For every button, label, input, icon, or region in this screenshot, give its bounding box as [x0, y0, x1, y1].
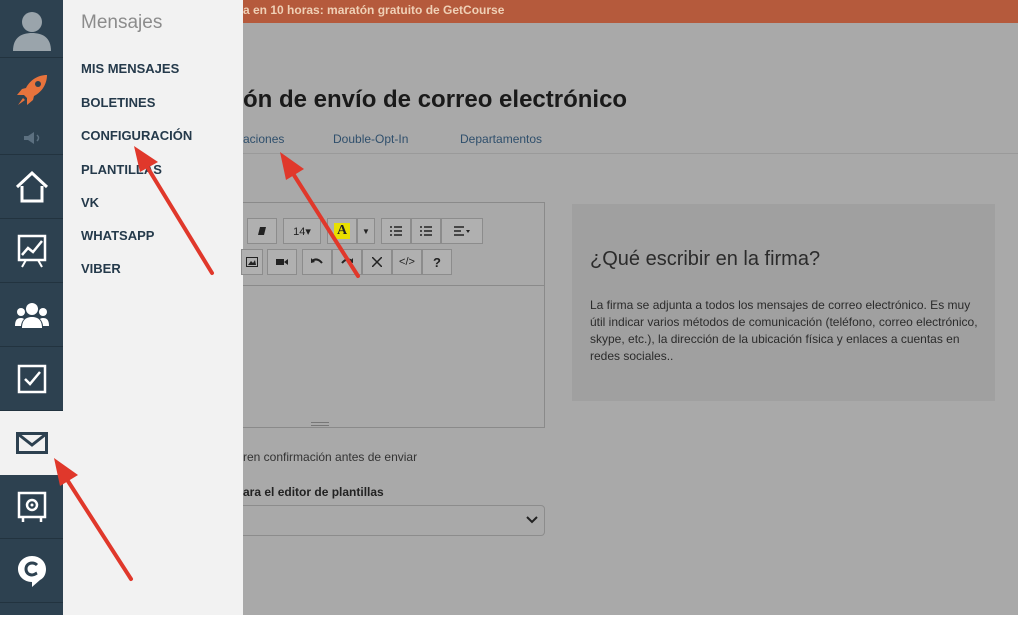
sidebar-item-chart[interactable] — [0, 219, 63, 283]
signature-help-panel: ¿Qué escribir en la firma? La firma se a… — [572, 204, 995, 401]
flyout-title: Mensajes — [81, 12, 163, 33]
eraser-button[interactable] — [247, 218, 277, 244]
video-button[interactable] — [267, 249, 297, 275]
redo-icon — [341, 258, 353, 264]
image-icon — [246, 257, 258, 267]
video-icon — [276, 259, 288, 265]
font-size-button[interactable]: 14▾ — [283, 218, 321, 244]
flyout-item-whatsapp[interactable]: WHATSAPP — [81, 228, 154, 243]
fullscreen-button[interactable] — [362, 249, 392, 275]
page-title: ón de envío de correo electrónico — [243, 86, 628, 113]
numbered-list-button[interactable] — [411, 218, 441, 244]
bullet-list-button[interactable] — [381, 218, 411, 244]
rocket-icon — [16, 75, 47, 105]
tab-double-opt-in[interactable]: Double-Opt-In — [333, 132, 408, 146]
users-icon — [14, 302, 49, 328]
help-button[interactable]: ? — [422, 249, 452, 275]
safe-icon — [17, 491, 46, 522]
promo-banner-text: a en 10 horas: maratón gratuito de GetCo… — [243, 3, 505, 17]
mail-icon — [15, 432, 48, 454]
tab-notificaciones[interactable]: aciones — [243, 132, 284, 146]
image-button[interactable] — [241, 249, 263, 275]
tabs-divider — [243, 153, 1018, 154]
flyout-item-configuracion[interactable]: CONFIGURACIÓN — [81, 128, 192, 143]
sidebar-item-chat[interactable] — [0, 539, 63, 603]
tab-departamentos[interactable]: Departamentos — [460, 132, 542, 146]
editor-toolbar-divider — [243, 285, 544, 286]
messages-flyout-menu: Mensajes MIS MENSAJES BOLETINES CONFIGUR… — [63, 0, 243, 615]
bottom-strip — [0, 615, 1018, 623]
confirm-before-send-label: ren confirmación antes de enviar — [243, 450, 418, 464]
flyout-item-plantillas[interactable]: PLANTILLAS — [81, 162, 162, 177]
flyout-item-mis-mensajes[interactable]: MIS MENSAJES — [81, 61, 179, 76]
template-editor-select[interactable] — [243, 505, 545, 536]
chat-icon — [17, 555, 46, 587]
sidebar-item-home[interactable] — [0, 155, 63, 219]
sidebar-avatar[interactable] — [0, 0, 63, 58]
sidebar-item-tasks[interactable] — [0, 347, 63, 411]
promo-banner[interactable]: a en 10 horas: maratón gratuito de GetCo… — [243, 0, 1018, 23]
icon-sidebar — [0, 0, 63, 623]
code-view-button[interactable]: </> — [392, 249, 422, 275]
text-color-dropdown[interactable]: ▼ — [357, 218, 375, 244]
signature-editor[interactable]: 14▾ A ▼ </> ? — [241, 202, 545, 428]
undo-icon — [311, 258, 323, 264]
home-icon — [15, 170, 48, 202]
sidebar-item-safe[interactable] — [0, 475, 63, 539]
avatar-icon — [12, 11, 51, 51]
redo-button[interactable] — [332, 249, 362, 275]
resize-grip-icon[interactable] — [311, 422, 329, 426]
template-editor-label: ara el editor de plantillas — [243, 485, 384, 499]
undo-button[interactable] — [302, 249, 332, 275]
sidebar-item-rocket[interactable] — [0, 58, 63, 122]
text-color-button[interactable]: A — [327, 218, 357, 244]
eraser-icon — [258, 227, 266, 235]
align-button[interactable] — [441, 218, 483, 244]
task-icon — [17, 364, 46, 393]
caret-down-icon: ▼ — [362, 226, 370, 236]
chart-icon — [17, 234, 46, 267]
help-panel-title: ¿Qué escribir en la firma? — [590, 248, 821, 270]
align-left-icon — [454, 226, 470, 236]
flyout-item-viber[interactable]: VIBER — [81, 261, 121, 276]
speaker-icon — [23, 132, 39, 144]
flyout-item-boletines[interactable]: BOLETINES — [81, 95, 155, 110]
text-color-icon: A — [333, 223, 351, 239]
bullet-list-icon — [390, 226, 402, 236]
fullscreen-icon — [372, 257, 382, 267]
sidebar-item-users[interactable] — [0, 283, 63, 347]
chevron-down-icon — [526, 516, 538, 524]
sidebar-item-messages[interactable] — [0, 411, 63, 475]
help-panel-body: La firma se adjunta a todos los mensajes… — [590, 298, 978, 363]
numbered-list-icon — [420, 226, 432, 236]
flyout-item-vk[interactable]: VK — [81, 195, 99, 210]
sidebar-item-speaker[interactable] — [0, 122, 63, 155]
